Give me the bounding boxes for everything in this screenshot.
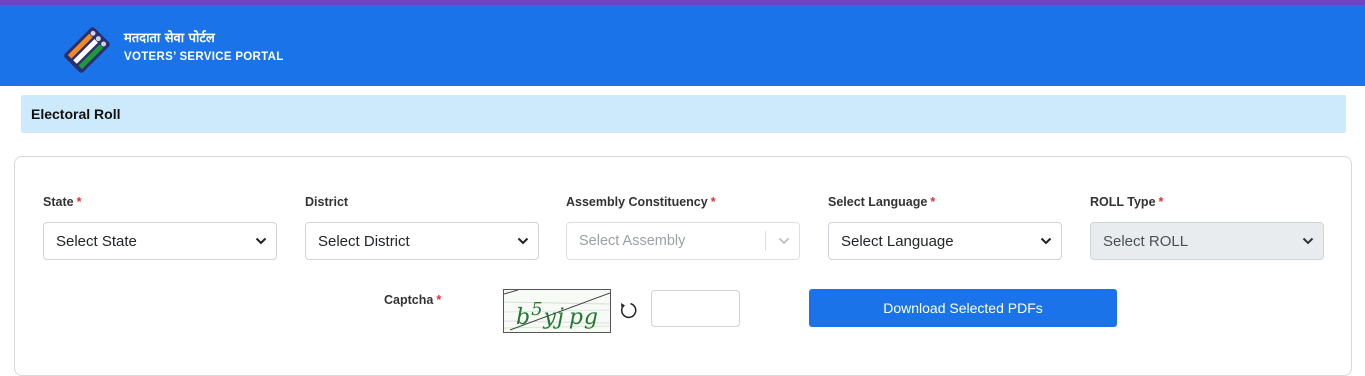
captcha-char: b — [516, 305, 531, 330]
download-selected-pdfs-button[interactable]: Download Selected PDFs — [809, 289, 1117, 327]
language-select-value: Select Language — [841, 233, 954, 250]
chevron-down-icon — [778, 237, 790, 245]
assembly-select-placeholder: Select Assembly — [579, 233, 686, 249]
roll-type-select[interactable]: Select ROLL — [1090, 222, 1324, 260]
state-select[interactable]: Select State — [43, 222, 277, 260]
captcha-char: g — [584, 305, 599, 330]
required-marker: * — [436, 293, 442, 307]
captcha-input[interactable] — [651, 290, 740, 327]
district-select-value: Select District — [318, 233, 410, 250]
chevron-down-icon — [1302, 237, 1314, 245]
state-select-value: Select State — [56, 233, 137, 250]
chevron-down-icon — [1040, 237, 1052, 245]
district-label: District — [305, 195, 349, 209]
required-marker: * — [710, 195, 716, 209]
language-label: Select Language * — [828, 195, 936, 209]
refresh-icon[interactable] — [618, 300, 638, 320]
brand-hindi: मतदाता सेवा पोर्टल — [124, 31, 215, 46]
assembly-field: Assembly Constituency * Select Assembly — [566, 195, 800, 260]
captcha-char: p — [569, 305, 584, 330]
required-marker: * — [930, 195, 936, 209]
roll-type-field: ROLL Type * Select ROLL — [1090, 195, 1324, 260]
state-label: State * — [43, 195, 82, 209]
language-select[interactable]: Select Language — [828, 222, 1062, 260]
captcha-char: 5 — [531, 299, 543, 320]
select-divider — [765, 231, 766, 251]
captcha-graphic: b5yj pg — [504, 290, 610, 331]
brand-text: मतदाता सेवा पोर्टल VOTERS’ SERVICE PORTA… — [124, 31, 284, 63]
required-marker: * — [76, 195, 82, 209]
district-select[interactable]: Select District — [305, 222, 539, 260]
chevron-down-icon — [517, 237, 529, 245]
language-field: Select Language * Select Language — [828, 195, 1062, 260]
site-header: मतदाता सेवा पोर्टल VOTERS’ SERVICE PORTA… — [0, 5, 1365, 86]
roll-type-select-value: Select ROLL — [1103, 233, 1189, 250]
captcha-image: b5yj pg — [503, 289, 611, 333]
assembly-label: Assembly Constituency * — [566, 195, 716, 209]
required-marker: * — [1158, 195, 1164, 209]
ballot-logo-icon[interactable] — [60, 23, 114, 77]
state-field: State * Select State — [43, 195, 277, 260]
electoral-roll-form-card — [14, 156, 1352, 376]
captcha-char: y — [543, 305, 557, 330]
assembly-select[interactable]: Select Assembly — [566, 222, 800, 260]
brand-english: VOTERS’ SERVICE PORTAL — [124, 51, 284, 63]
page-title: Electoral Roll — [31, 106, 121, 122]
chevron-down-icon — [255, 237, 267, 245]
roll-type-label: ROLL Type * — [1090, 195, 1164, 209]
page-title-bar: Electoral Roll — [21, 95, 1346, 133]
district-field: District Select District — [305, 195, 539, 260]
captcha-label: Captcha * — [384, 293, 442, 307]
